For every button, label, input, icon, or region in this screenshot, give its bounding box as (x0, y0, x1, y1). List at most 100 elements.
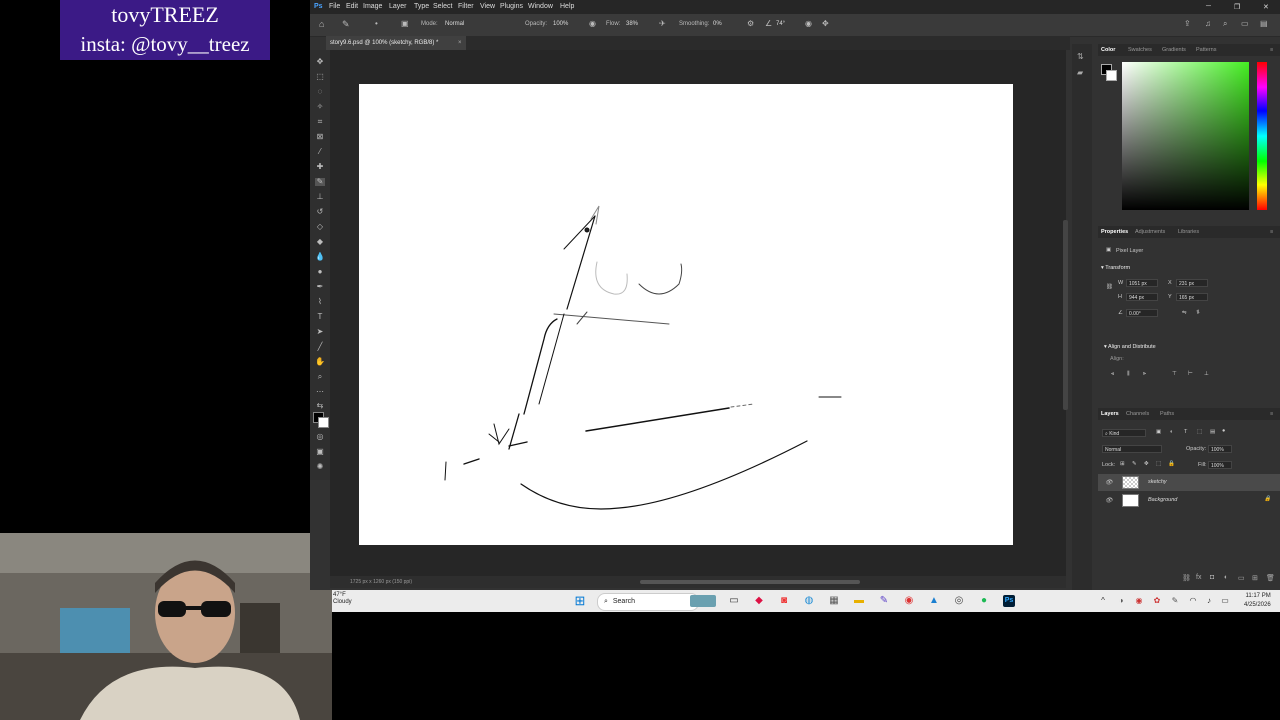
task-view-icon[interactable]: ▭ (728, 595, 740, 607)
filter-smart-icon[interactable]: ▤ (1210, 429, 1215, 435)
menu-plugins[interactable]: Plugins (500, 3, 523, 10)
app-icon-1[interactable]: ◆ (753, 595, 765, 607)
height-input[interactable]: 944 px (1126, 293, 1158, 301)
align-distribute-header[interactable]: ▾ Align and Distribute (1104, 344, 1156, 350)
pressure-opacity-icon[interactable]: ◉ (589, 19, 596, 28)
workspace-icon[interactable]: ▭ (1241, 19, 1249, 28)
swap-colors-icon[interactable]: ⇆ (315, 402, 325, 410)
align-center-icon[interactable]: ⫼ (1127, 371, 1130, 378)
history-panel-icon[interactable]: ⇅ (1077, 52, 1084, 61)
width-input[interactable]: 1051 px (1126, 279, 1158, 287)
hue-slider[interactable] (1257, 62, 1267, 210)
rotation-angle-input[interactable]: 0.00° (1126, 309, 1158, 317)
menu-type[interactable]: Type (414, 3, 429, 10)
pen-tool-icon[interactable]: ✒ (315, 283, 325, 291)
tab-channels[interactable]: Channels (1126, 411, 1149, 417)
lock-image-icon[interactable]: ✎ (1132, 461, 1137, 467)
flip-vertical-icon[interactable]: ⥮ (1196, 310, 1200, 317)
file-explorer-icon[interactable]: ▬ (853, 595, 865, 607)
filter-shape-icon[interactable]: ⬚ (1197, 429, 1202, 435)
pressure-size-icon[interactable]: ◉ (805, 19, 812, 28)
weather-widget[interactable]: 47°F Cloudy (333, 592, 352, 606)
filter-type-icon[interactable]: T (1184, 429, 1187, 435)
tab-paths[interactable]: Paths (1160, 411, 1174, 417)
wifi-icon[interactable]: ◠ (1187, 595, 1199, 607)
tab-color[interactable]: Color (1101, 47, 1115, 53)
notification-bell-icon[interactable]: ♫ (1205, 19, 1211, 28)
menu-file[interactable]: File (329, 3, 340, 10)
airbrush-icon[interactable]: ✈ (659, 19, 666, 28)
close-button[interactable]: ✕ (1263, 3, 1269, 11)
menu-edit[interactable]: Edit (346, 3, 358, 10)
adjustment-layer-icon[interactable]: ◐ (1224, 574, 1228, 581)
tab-patterns[interactable]: Patterns (1196, 47, 1216, 53)
pen-app-icon[interactable]: ✎ (878, 595, 890, 607)
lock-transparent-icon[interactable]: ⊞ (1120, 461, 1125, 467)
lasso-tool-icon[interactable]: ◌ (315, 88, 325, 96)
layer-row-background[interactable]: 👁 Background 🔒 (1098, 492, 1280, 509)
align-left-icon[interactable]: ⫷ (1111, 371, 1114, 378)
layer-filter-kind[interactable]: ⌕ Kind (1102, 429, 1146, 437)
photoshop-taskbar-icon[interactable]: Ps (1003, 595, 1015, 607)
background-color-swatch[interactable] (318, 417, 329, 428)
layer-style-icon[interactable]: fx (1196, 574, 1201, 581)
new-layer-icon[interactable]: ⊞ (1252, 574, 1258, 582)
align-middle-icon[interactable]: ⊢ (1188, 371, 1193, 377)
chrome-icon[interactable]: ◉ (903, 595, 915, 607)
align-right-icon[interactable]: ⫸ (1143, 371, 1146, 378)
new-group-icon[interactable]: ▭ (1238, 574, 1245, 582)
panel-menu-icon[interactable]: ≡ (1270, 47, 1273, 53)
filter-toggle-icon[interactable]: ● (1222, 428, 1225, 434)
screen-mode-icon[interactable]: ▣ (315, 448, 325, 456)
add-mask-icon[interactable]: ◘ (1210, 574, 1214, 581)
blur-tool-icon[interactable]: 💧 (315, 253, 325, 261)
tray-icon-1[interactable]: ◑ (1115, 595, 1127, 607)
color-background-swatch[interactable] (1106, 70, 1117, 81)
brush-preset-picker[interactable]: • (375, 19, 378, 28)
lock-artboard-icon[interactable]: ⬚ (1156, 461, 1161, 467)
type-tool-icon[interactable]: T (315, 313, 325, 321)
menu-layer[interactable]: Layer (389, 3, 407, 10)
flow-input[interactable]: 38% (626, 21, 638, 27)
panel-menu-icon[interactable]: ≡ (1270, 229, 1273, 235)
document-tab[interactable]: story9.6.psd @ 100% (sketchy, RGB/8) * × (326, 36, 466, 50)
menu-select[interactable]: Select (433, 3, 452, 10)
flip-horizontal-icon[interactable]: ⇋ (1182, 310, 1187, 316)
tray-pen-icon[interactable]: ✎ (1169, 595, 1181, 607)
layer-opacity-input[interactable]: 100% (1208, 445, 1232, 453)
eye-icon[interactable]: 👁 (1105, 479, 1113, 486)
brush-settings-icon[interactable]: ▣ (401, 19, 409, 28)
menu-image[interactable]: Image (363, 3, 382, 10)
horizontal-scrollbar[interactable] (640, 580, 860, 584)
panel-menu-icon[interactable]: ≡ (1270, 411, 1273, 417)
history-brush-tool-icon[interactable]: ↺ (315, 208, 325, 216)
crop-tool-icon[interactable]: ⌗ (315, 118, 325, 126)
eye-icon[interactable]: 👁 (1105, 497, 1113, 504)
healing-brush-tool-icon[interactable]: ✚ (315, 163, 325, 171)
menu-window[interactable]: Window (528, 3, 553, 10)
menu-filter[interactable]: Filter (458, 3, 474, 10)
tray-icon-2[interactable]: ◉ (1133, 595, 1145, 607)
obs-icon[interactable]: ◎ (953, 595, 965, 607)
spotify-icon[interactable]: ● (978, 595, 990, 607)
link-dimensions-icon[interactable]: ⛓ (1106, 284, 1113, 290)
lock-all-icon[interactable]: 🔒 (1168, 461, 1175, 467)
document-canvas[interactable] (359, 84, 1013, 545)
more-tools-icon[interactable]: ⋯ (315, 388, 325, 396)
mode-select[interactable]: Normal (445, 21, 464, 27)
maximize-button[interactable]: ❐ (1234, 3, 1240, 11)
marquee-tool-icon[interactable]: ⬚ (315, 73, 325, 81)
share-icon[interactable]: ⇪ (1184, 19, 1191, 28)
opacity-input[interactable]: 100% (553, 21, 568, 27)
minimize-button[interactable]: ─ (1206, 3, 1211, 10)
dodge-tool-icon[interactable]: ● (315, 268, 325, 276)
lock-position-icon[interactable]: ✥ (1144, 461, 1149, 467)
edge-icon[interactable]: ◍ (803, 595, 815, 607)
tab-adjustments[interactable]: Adjustments (1135, 229, 1165, 235)
stamp-tool-icon[interactable]: ⊥ (315, 193, 325, 201)
smoothing-gear-icon[interactable]: ⚙ (747, 19, 754, 28)
tab-gradients[interactable]: Gradients (1162, 47, 1186, 53)
instagram-icon[interactable]: ◙ (778, 595, 790, 607)
symmetry-icon[interactable]: ✥ (822, 19, 829, 28)
tab-properties[interactable]: Properties (1101, 229, 1128, 235)
